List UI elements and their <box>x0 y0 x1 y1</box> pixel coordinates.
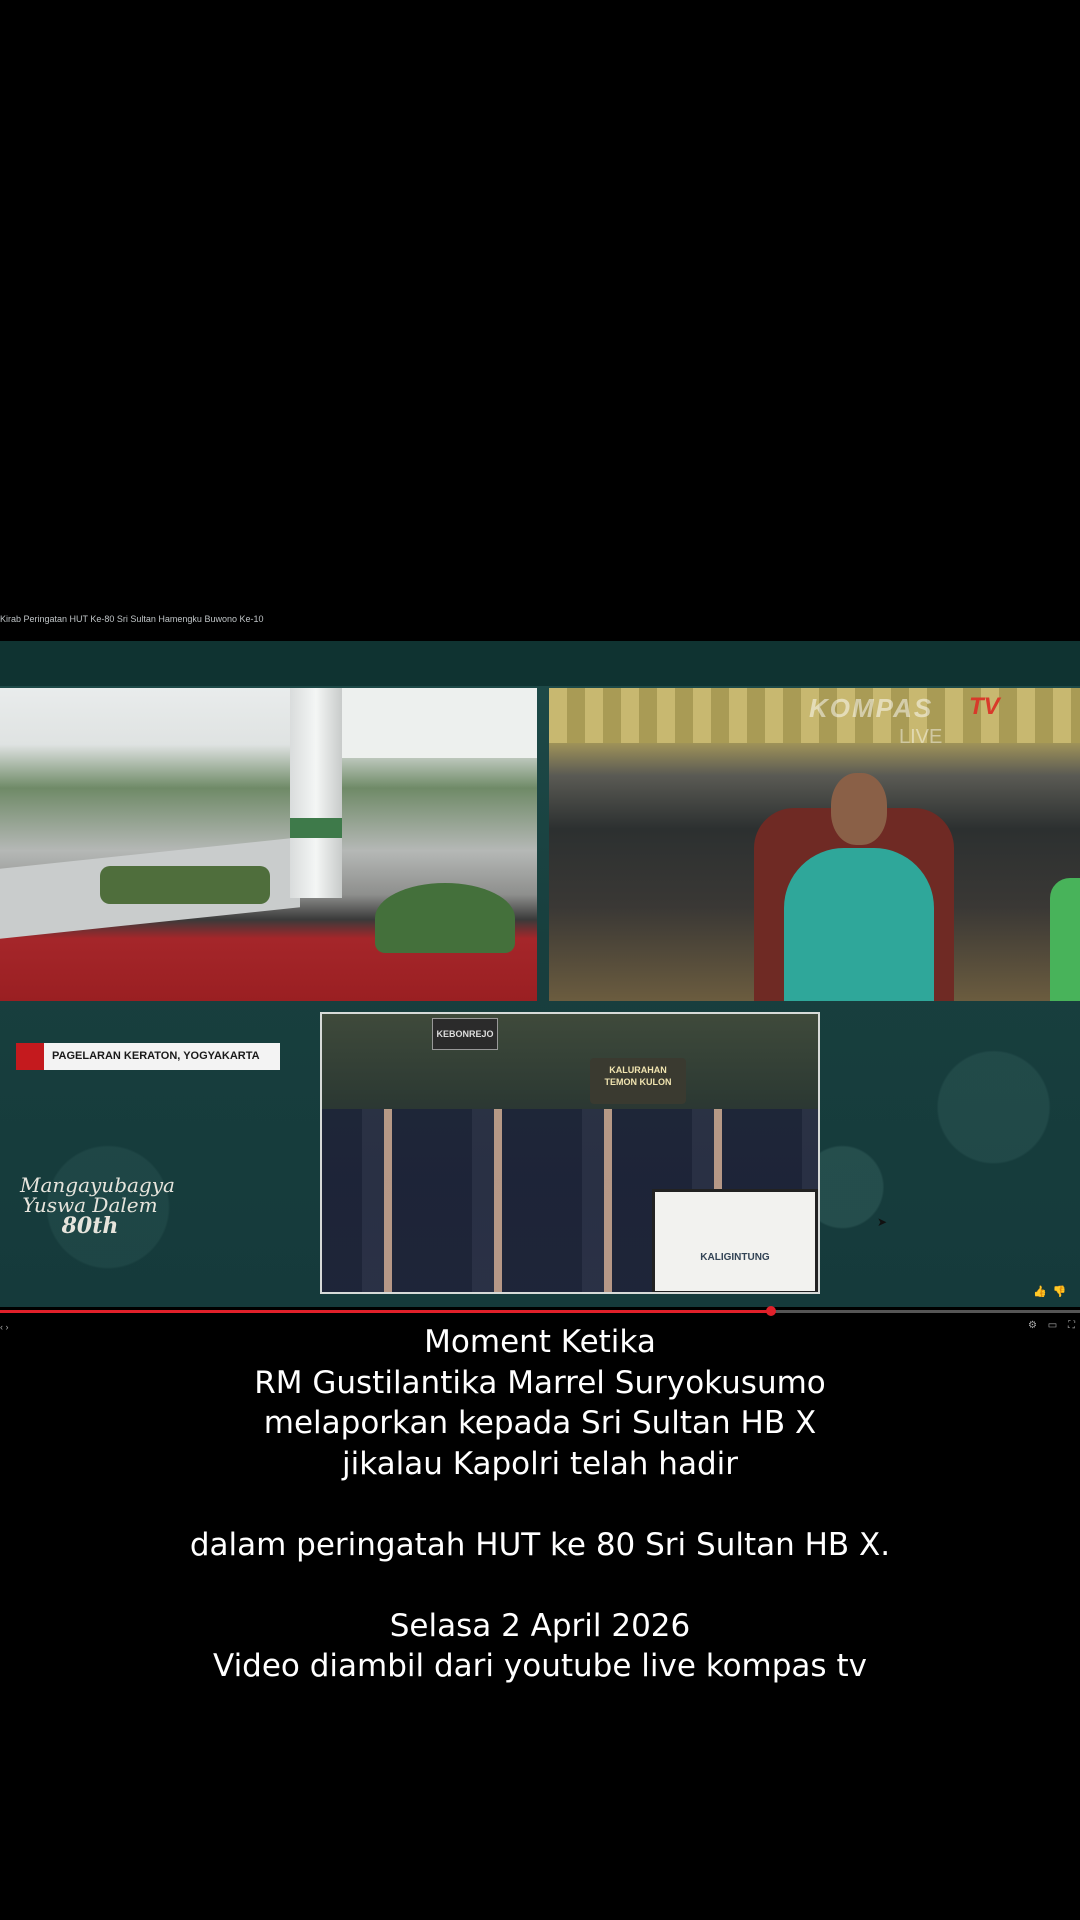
live-label: LIVE <box>899 726 943 748</box>
broadcast-top-band <box>0 641 1080 686</box>
location-lower-third: PAGELARAN KERATON, YOGYAKARTA <box>16 1043 280 1070</box>
sign-kebonrejo: KEBONREJO <box>432 1018 498 1050</box>
caption-line: RM Gustilantika Marrel Suryokusumo <box>254 1364 826 1401</box>
green-figure <box>1050 878 1080 1001</box>
caption-line: Selasa 2 April 2026 <box>389 1607 691 1644</box>
sign-temon-kulon-line1: KALURAHAN <box>609 1065 667 1075</box>
seated-person-head <box>831 773 887 845</box>
video-progress-fill <box>0 1310 772 1313</box>
emblem-line3: 80th <box>61 1213 119 1239</box>
pillar <box>290 688 342 898</box>
location-red-marker <box>16 1043 44 1070</box>
camera-feed-sultan: KOMPAS TV LIVE <box>549 688 1080 1001</box>
caption-line: jikalau Kapolri telah hadir <box>341 1445 738 1482</box>
sign-temon-kulon: KALURAHAN TEMON KULON <box>590 1058 686 1104</box>
anniversary-emblem: Mangayubagya Yuswa Dalem 80th <box>20 1173 175 1239</box>
tent-roof <box>342 688 537 758</box>
video-player[interactable]: KOMPAS TV LIVE KEBONREJO KALURAHAN TEMON… <box>0 641 1080 1307</box>
emblem-line2: Yuswa Dalem <box>22 1193 158 1217</box>
video-progress-scrubber[interactable] <box>766 1306 777 1316</box>
sign-temon-kulon-line2: TEMON KULON <box>604 1077 672 1087</box>
emblem-line1: Mangayubagya <box>20 1173 175 1197</box>
camera-feed-courtyard <box>0 688 537 1001</box>
kompas-tv-logo: TV <box>969 693 1000 720</box>
plant <box>375 883 515 953</box>
caption-line: dalam peringatah HUT ke 80 Sri Sultan HB… <box>189 1526 891 1563</box>
caption-line: Moment Ketika <box>424 1324 656 1360</box>
hedge <box>100 866 270 904</box>
reaction-icons: 👍👎 <box>1033 1285 1072 1298</box>
video-progress-bar[interactable] <box>0 1310 1080 1313</box>
location-label: PAGELARAN KERATON, YOGYAKARTA <box>44 1043 280 1070</box>
sign-kaligintung: KALIGINTUNG <box>652 1189 818 1292</box>
seated-person <box>784 848 934 1001</box>
thumbs-down-icon[interactable]: 👎 <box>1053 1286 1073 1298</box>
caption-line: melaporkan kepada Sri Sultan HB X <box>263 1405 817 1441</box>
caption-line <box>0 1484 1080 1525</box>
thumbs-up-icon[interactable]: 👍 <box>1033 1286 1053 1298</box>
video-title: Kirab Peringatan HUT Ke-80 Sri Sultan Ha… <box>0 614 264 624</box>
caption-overlay: Moment Ketika RM Gustilantika Marrel Sur… <box>0 1322 1080 1687</box>
mouse-cursor-icon: ➤ <box>877 1215 888 1229</box>
camera-feed-procession: KEBONREJO KALURAHAN TEMON KULON KALIGINT… <box>320 1012 820 1294</box>
pillar-band <box>290 818 342 838</box>
kompas-logo: KOMPAS <box>809 693 934 723</box>
caption-line: Video diambil dari youtube live kompas t… <box>213 1648 867 1684</box>
caption-line <box>0 1565 1080 1606</box>
